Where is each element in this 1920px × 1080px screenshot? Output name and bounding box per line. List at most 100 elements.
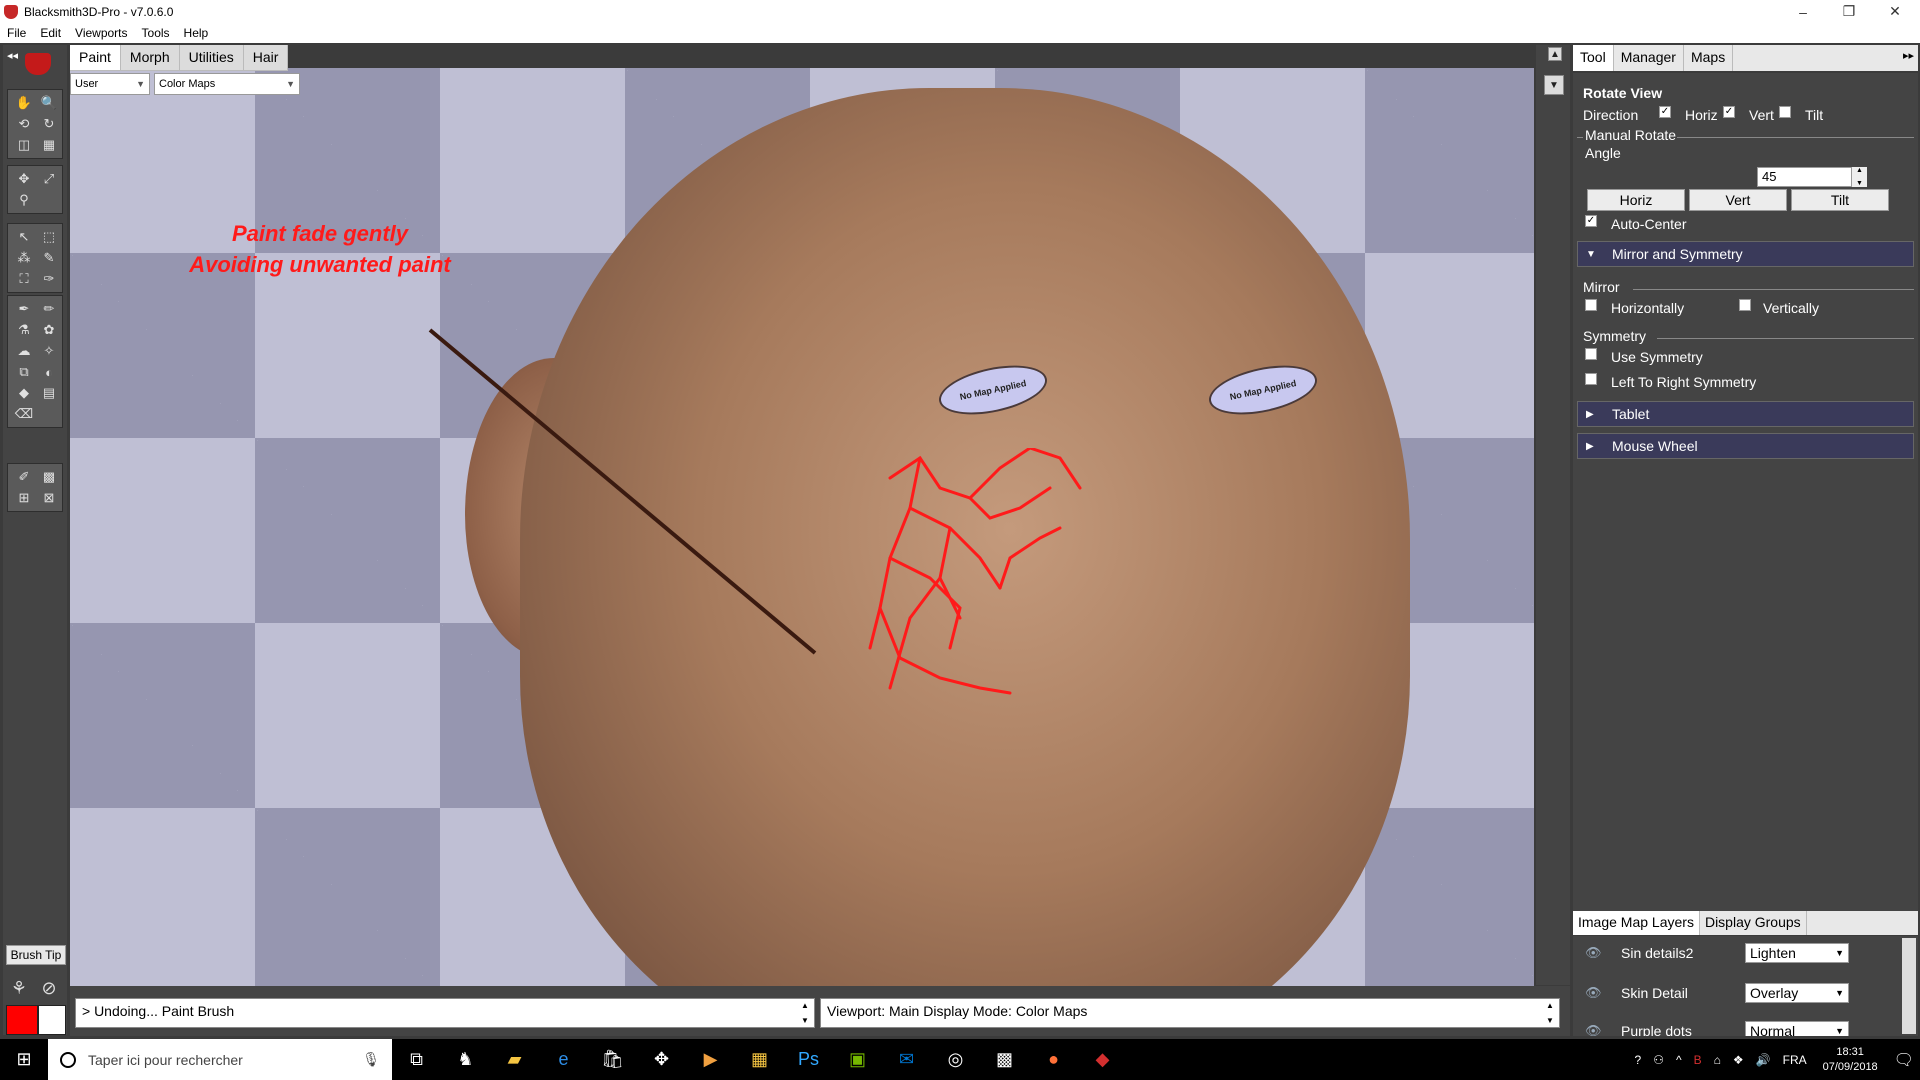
tablet-header[interactable]: ▶ Tablet bbox=[1577, 401, 1914, 427]
tab-hair[interactable]: Hair bbox=[243, 45, 289, 70]
blur-icon[interactable]: ☁ bbox=[14, 342, 34, 360]
dropper-icon[interactable]: ⚗ bbox=[14, 321, 34, 339]
frame-icon[interactable]: ◫ bbox=[14, 136, 34, 154]
tab-tool[interactable]: Tool bbox=[1573, 45, 1614, 71]
eraser-icon[interactable]: ⌫ bbox=[14, 405, 34, 423]
tab-image-map-layers[interactable]: Image Map Layers bbox=[1573, 911, 1700, 935]
rotate-tilt-button[interactable]: Tilt bbox=[1791, 189, 1889, 211]
tab-paint[interactable]: Paint bbox=[70, 45, 121, 70]
viewport-info[interactable]: Viewport: Main Display Mode: Color Maps … bbox=[820, 998, 1560, 1028]
left-right-symmetry-checkbox[interactable] bbox=[1585, 373, 1597, 385]
status-log[interactable]: > Undoing... Paint Brush ▲ ▼ bbox=[75, 998, 815, 1028]
media-player-icon[interactable]: ▶ bbox=[686, 1039, 735, 1080]
gradient-icon[interactable]: ▤ bbox=[39, 384, 59, 402]
eyedropper-icon[interactable]: ✐ bbox=[14, 468, 34, 486]
dodge-icon[interactable]: ◐ bbox=[39, 363, 59, 381]
mirror-symmetry-header[interactable]: ▼ Mirror and Symmetry bbox=[1577, 241, 1914, 267]
3dsmax-icon[interactable]: ▩ bbox=[980, 1039, 1029, 1080]
expand-panel-icon[interactable]: ▸▸ bbox=[1903, 49, 1914, 62]
bone-icon[interactable]: ⚲ bbox=[14, 191, 34, 209]
edge-browser-icon[interactable]: e bbox=[539, 1039, 588, 1080]
clone-icon[interactable]: ⧉ bbox=[14, 363, 34, 381]
no-brush-icon[interactable]: ⊘ bbox=[37, 977, 61, 999]
nvidia-icon[interactable]: ▣ bbox=[833, 1039, 882, 1080]
zoom-icon[interactable]: 🔍 bbox=[39, 94, 59, 112]
secondary-color-swatch[interactable] bbox=[38, 1005, 66, 1035]
viewport-info-scroll[interactable]: ▲ ▼ bbox=[1543, 1001, 1557, 1025]
wand-icon[interactable]: ⁂ bbox=[14, 249, 34, 267]
visibility-eye-icon[interactable]: 👁 bbox=[1585, 945, 1605, 961]
status-log-scroll[interactable]: ▲ ▼ bbox=[798, 1001, 812, 1025]
visibility-eye-icon[interactable]: 👁 bbox=[1585, 1023, 1605, 1036]
volume-icon[interactable]: 🔊 bbox=[1756, 1053, 1771, 1067]
scale-icon[interactable]: ⤢ bbox=[39, 170, 59, 188]
rotate-horiz-button[interactable]: Horiz bbox=[1587, 189, 1685, 211]
layer-row[interactable]: 👁 Sin details2 Lighten ▼ bbox=[1577, 938, 1899, 968]
tray-expand-icon[interactable]: ^ bbox=[1676, 1053, 1682, 1067]
file-explorer-icon[interactable]: ▰ bbox=[490, 1039, 539, 1080]
3d-viewport[interactable]: No Map Applied No Map Applied Paint fade… bbox=[70, 68, 1534, 986]
grid-view-icon[interactable]: ▦ bbox=[39, 136, 59, 154]
scroll-up-icon[interactable]: ▲ bbox=[1548, 47, 1562, 61]
blend-mode-select[interactable]: Normal ▼ bbox=[1745, 1021, 1849, 1036]
people-icon[interactable]: ⚇ bbox=[1653, 1053, 1664, 1067]
pan-hand-icon[interactable]: ✋ bbox=[14, 94, 34, 112]
use-symmetry-checkbox[interactable] bbox=[1585, 348, 1597, 360]
collapse-toolbar-icon[interactable]: ◂◂ bbox=[7, 49, 18, 62]
app-tray-icon[interactable]: B bbox=[1694, 1053, 1702, 1067]
clock[interactable]: 18:31 07/09/2018 bbox=[1823, 1045, 1878, 1075]
paint-roller-icon[interactable]: ⛶ bbox=[14, 270, 34, 288]
firefox-icon[interactable]: ● bbox=[1029, 1039, 1078, 1080]
user-select[interactable]: User ▼ bbox=[70, 73, 150, 95]
select-arrow-icon[interactable]: ↖ bbox=[14, 228, 34, 246]
layer-row[interactable]: 👁 Skin Detail Overlay ▼ bbox=[1577, 978, 1899, 1008]
tab-display-groups[interactable]: Display Groups bbox=[1700, 911, 1807, 935]
tab-utilities[interactable]: Utilities bbox=[179, 45, 244, 70]
steam-icon[interactable]: ◎ bbox=[931, 1039, 980, 1080]
blend-mode-select[interactable]: Lighten ▼ bbox=[1745, 943, 1849, 963]
mouse-wheel-header[interactable]: ▶ Mouse Wheel bbox=[1577, 433, 1914, 459]
move-icon[interactable]: ✥ bbox=[14, 170, 34, 188]
tab-morph[interactable]: Morph bbox=[120, 45, 180, 70]
checker-icon[interactable]: ⊠ bbox=[39, 489, 59, 507]
angle-stepper[interactable]: ▲ ▼ bbox=[1851, 167, 1867, 187]
horiz-checkbox[interactable]: ✓ bbox=[1659, 106, 1671, 118]
brush-shape-icon[interactable]: ⚘ bbox=[7, 977, 31, 999]
minimize-button[interactable]: – bbox=[1780, 0, 1826, 23]
texture-icon[interactable]: ▩ bbox=[39, 468, 59, 486]
photoshop-icon[interactable]: Ps bbox=[784, 1039, 833, 1080]
color-maps-select[interactable]: Color Maps ▼ bbox=[154, 73, 300, 95]
restore-button[interactable]: ❐ bbox=[1826, 0, 1872, 23]
sharpen-icon[interactable]: ✧ bbox=[39, 342, 59, 360]
orbit-icon[interactable]: ↻ bbox=[39, 115, 59, 133]
zbrush-icon[interactable]: ✥ bbox=[637, 1039, 686, 1080]
vert-checkbox[interactable]: ✓ bbox=[1723, 106, 1735, 118]
mirror-vertically-checkbox[interactable] bbox=[1739, 299, 1751, 311]
color-brush-icon[interactable]: ✿ bbox=[39, 321, 59, 339]
microphone-icon[interactable]: 🎙 bbox=[362, 1051, 380, 1068]
rotate-vert-button[interactable]: Vert bbox=[1689, 189, 1787, 211]
visibility-eye-icon[interactable]: 👁 bbox=[1585, 985, 1605, 1001]
notifications-icon[interactable]: 🗨 bbox=[1894, 1050, 1914, 1070]
menu-help[interactable]: Help bbox=[184, 26, 209, 40]
taskbar-search[interactable]: Taper ici pour rechercher 🎙 bbox=[48, 1039, 392, 1080]
windows-start-icon[interactable]: ⊞ bbox=[0, 1039, 48, 1080]
fill-icon[interactable]: ◆ bbox=[14, 384, 34, 402]
brush-icon[interactable]: ✒ bbox=[14, 300, 34, 318]
stamp-icon[interactable]: ⊞ bbox=[14, 489, 34, 507]
close-button[interactable]: ✕ bbox=[1872, 0, 1918, 23]
menu-tools[interactable]: Tools bbox=[142, 26, 170, 40]
brush-tip-button[interactable]: Brush Tip bbox=[6, 945, 66, 965]
pencil-icon[interactable]: ✏ bbox=[39, 300, 59, 318]
primary-color-swatch[interactable] bbox=[6, 1005, 38, 1035]
airbrush-icon[interactable]: ✑ bbox=[39, 270, 59, 288]
dropbox-icon[interactable]: ❖ bbox=[1733, 1053, 1744, 1067]
tab-maps[interactable]: Maps bbox=[1684, 45, 1734, 71]
task-view-icon[interactable]: ⧉ bbox=[392, 1039, 441, 1080]
smudge-icon[interactable]: ✎ bbox=[39, 249, 59, 267]
blend-mode-select[interactable]: Overlay ▼ bbox=[1745, 983, 1849, 1003]
menu-file[interactable]: File bbox=[7, 26, 26, 40]
language-indicator[interactable]: FRA bbox=[1783, 1053, 1807, 1067]
layer-row[interactable]: 👁 Purple dots Normal ▼ bbox=[1577, 1016, 1899, 1036]
marquee-icon[interactable]: ⬚ bbox=[39, 228, 59, 246]
